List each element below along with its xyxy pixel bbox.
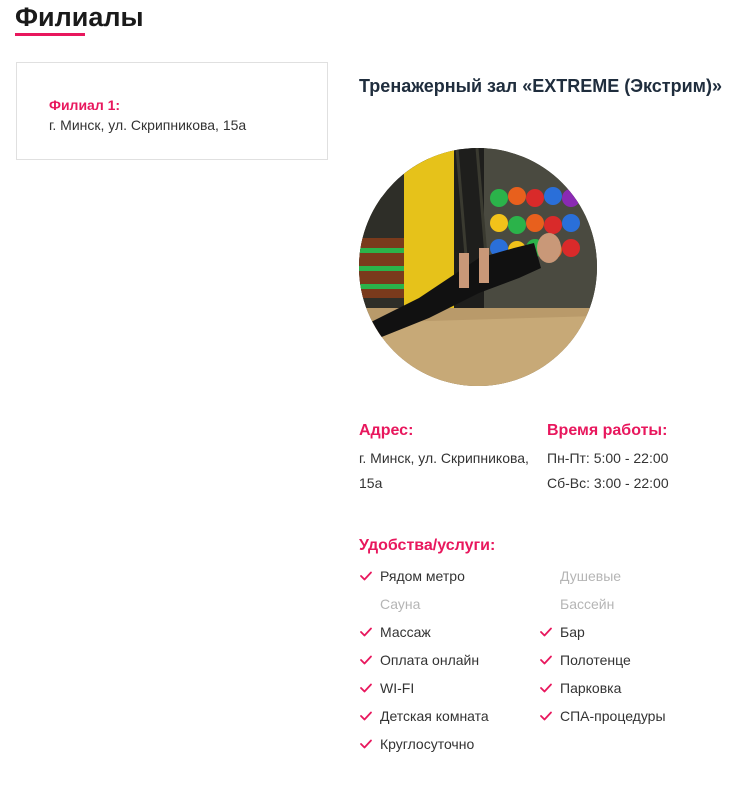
- amenity-label: Массаж: [380, 624, 431, 640]
- check-icon: [359, 709, 373, 723]
- amenity-label: Сауна: [380, 596, 421, 612]
- address-line-2: 15а: [359, 475, 383, 491]
- amenity-item: Массаж: [359, 622, 431, 642]
- amenity-label: Парковка: [560, 680, 622, 696]
- hours-weekend: Сб-Вс: 3:00 - 22:00: [547, 475, 669, 491]
- check-icon: [539, 653, 553, 667]
- address-label: Адрес:: [359, 422, 414, 439]
- amenity-label: Детская комната: [380, 708, 489, 724]
- amenity-item: Сауна: [359, 594, 420, 614]
- check-icon: [359, 737, 373, 751]
- address-line-1: г. Минск, ул. Скрипникова,: [359, 450, 529, 466]
- amenity-item: WI-FI: [359, 678, 414, 698]
- page-title: Филиалы: [15, 2, 144, 32]
- check-icon: [539, 709, 553, 723]
- check-icon: [539, 681, 553, 695]
- amenity-label: WI-FI: [380, 680, 415, 696]
- amenity-item: СПА-процедуры: [539, 706, 666, 726]
- gym-photo: [359, 148, 597, 386]
- amenity-item: Детская комната: [359, 706, 489, 726]
- branch-card[interactable]: Филиал 1: г. Минск, ул. Скрипникова, 15а: [16, 62, 328, 160]
- amenity-label: Бассейн: [560, 596, 615, 612]
- check-icon: [359, 597, 373, 611]
- amenity-label: Полотенце: [560, 652, 631, 668]
- amenity-label: Бар: [560, 624, 585, 640]
- amenity-label: Рядом метро: [380, 568, 465, 584]
- check-icon: [539, 569, 553, 583]
- amenity-item: Рядом метро: [359, 566, 465, 586]
- check-icon: [359, 681, 373, 695]
- gym-title: Тренажерный зал «EXTREME (Экстрим)»: [359, 76, 722, 96]
- amenity-item: Бассейн: [539, 594, 614, 614]
- amenity-item: Парковка: [539, 678, 621, 698]
- hours-weekday: Пн-Пт: 5:00 - 22:00: [547, 450, 669, 466]
- amenity-label: Душевые: [560, 568, 622, 584]
- check-icon: [359, 569, 373, 583]
- amenity-item: Душевые: [539, 566, 621, 586]
- amenity-item: Бар: [539, 622, 585, 642]
- check-icon: [539, 625, 553, 639]
- amenity-item: Оплата онлайн: [359, 650, 479, 670]
- branch-name[interactable]: Филиал 1:: [49, 97, 120, 113]
- title-underline: [15, 33, 85, 36]
- hours-label: Время работы:: [547, 422, 668, 439]
- branch-address: г. Минск, ул. Скрипникова, 15а: [49, 117, 247, 133]
- amenity-item: Круглосуточно: [359, 734, 474, 754]
- amenities-label: Удобства/услуги:: [359, 537, 496, 554]
- check-icon: [539, 597, 553, 611]
- check-icon: [359, 625, 373, 639]
- amenity-label: Круглосуточно: [380, 736, 475, 752]
- amenity-label: Оплата онлайн: [380, 652, 480, 668]
- amenity-label: СПА-процедуры: [560, 708, 666, 724]
- amenity-item: Полотенце: [539, 650, 631, 670]
- check-icon: [359, 653, 373, 667]
